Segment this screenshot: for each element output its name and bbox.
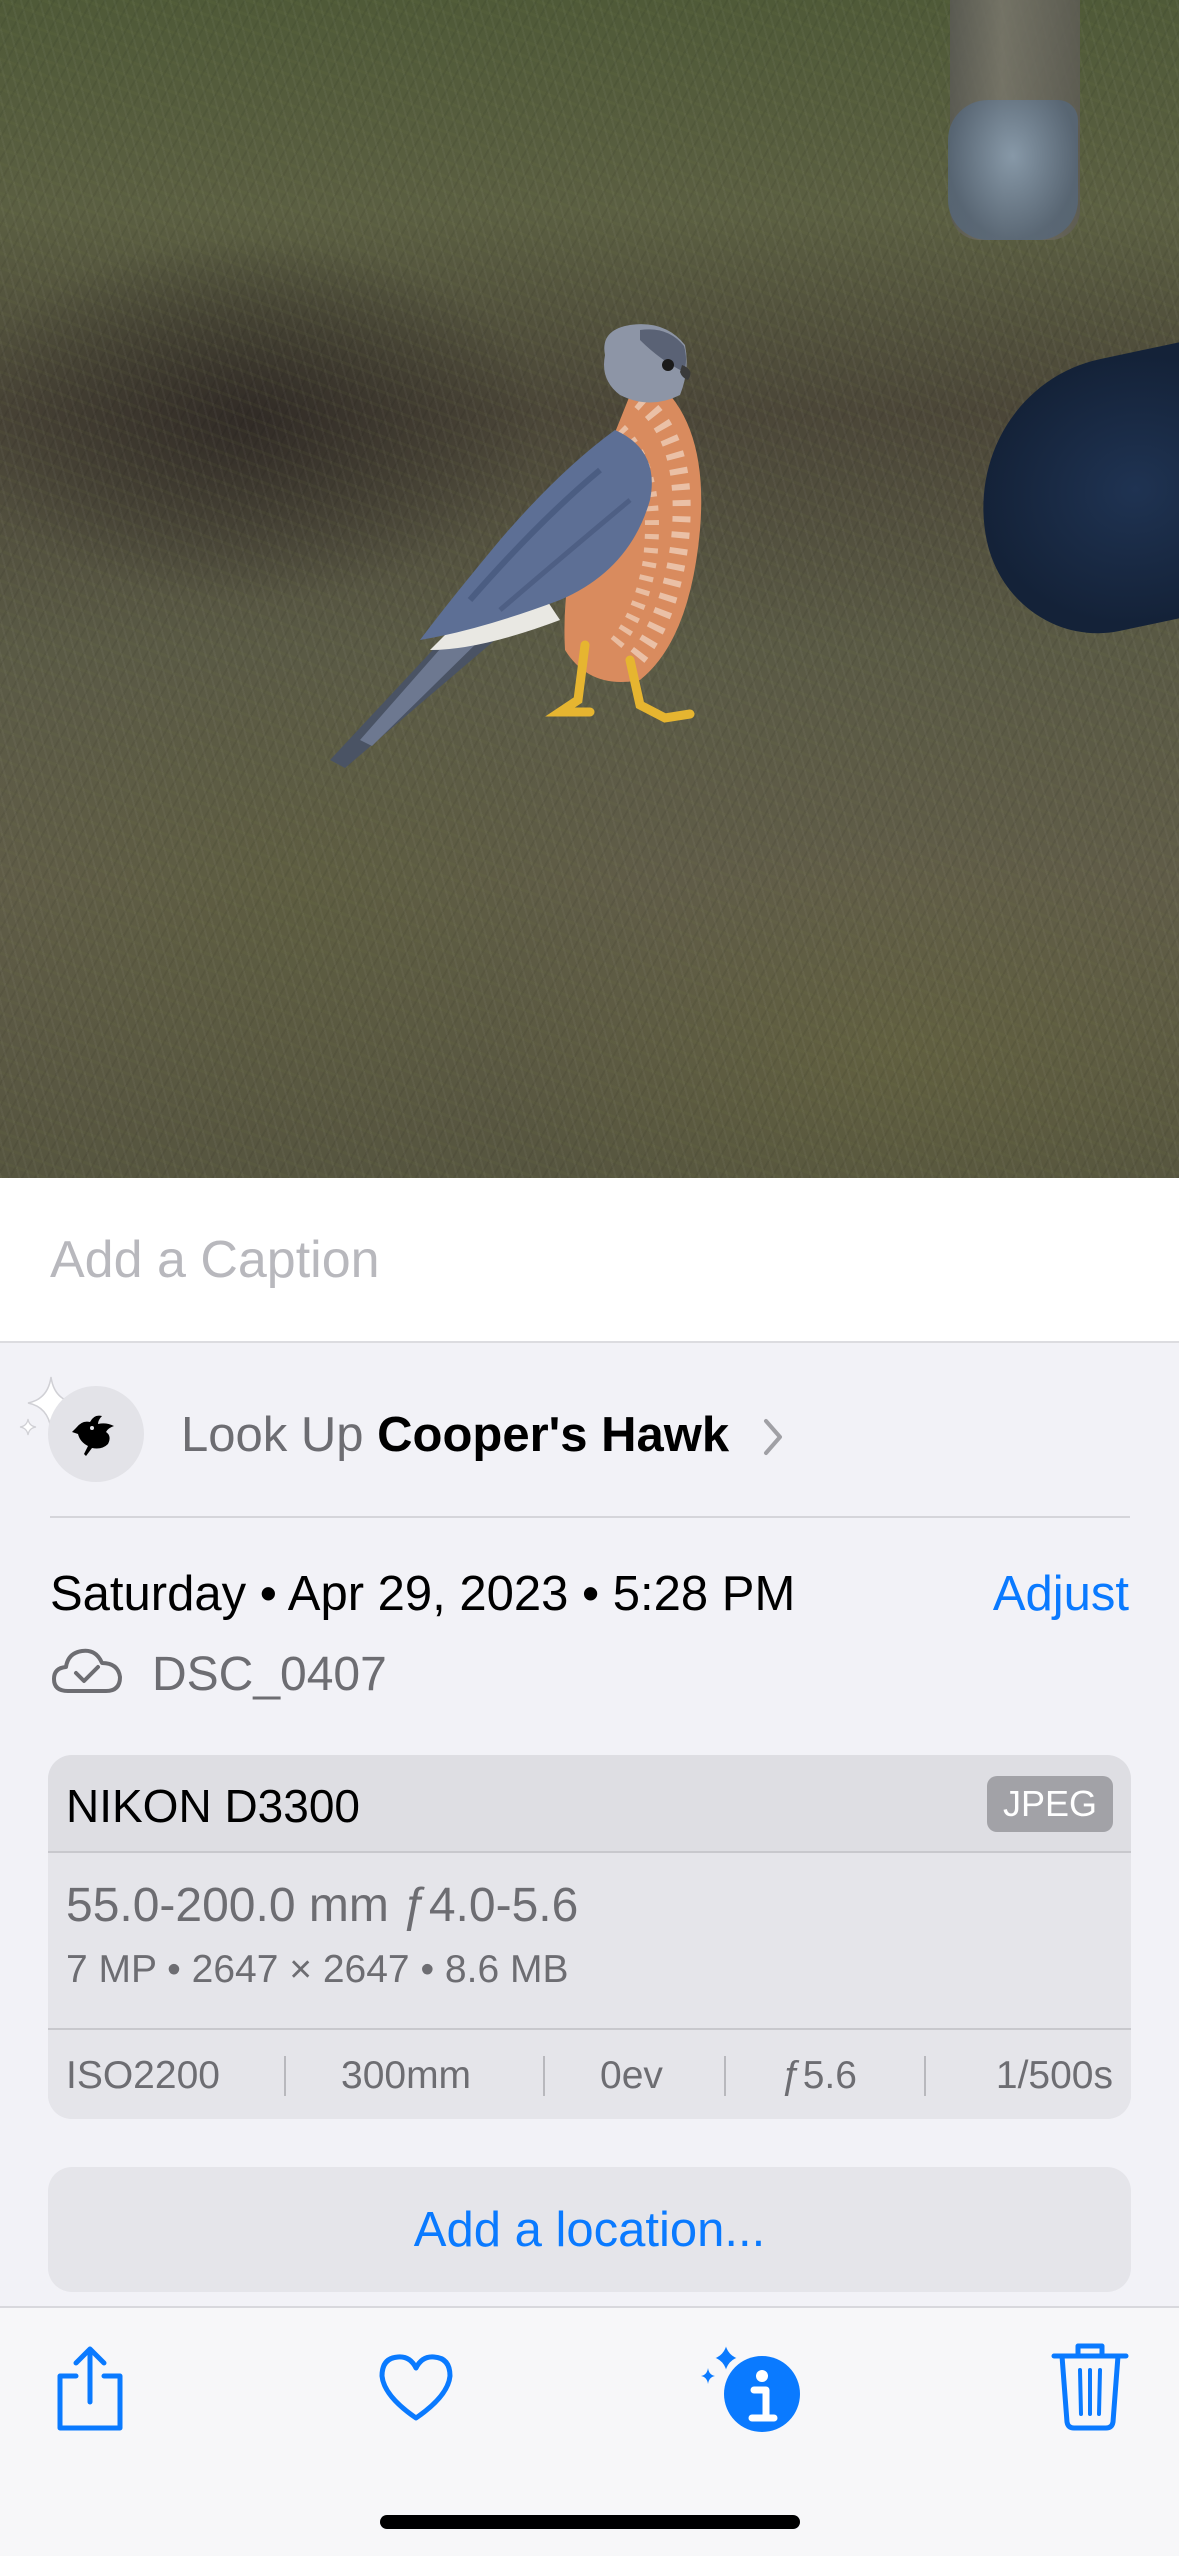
hawk-illustration <box>330 324 702 768</box>
bird-icon <box>72 1415 114 1456</box>
home-indicator <box>380 2515 800 2529</box>
exif-separator <box>284 2056 286 2096</box>
caption-area <box>0 1178 1179 1343</box>
adjust-button[interactable]: Adjust <box>993 1564 1129 1624</box>
lookup-text: Look Up Cooper's Hawk <box>181 1405 729 1465</box>
lookup-prefix: Look Up <box>181 1408 364 1462</box>
exif-separator <box>724 2056 726 2096</box>
bird-icon-badge <box>48 1386 144 1482</box>
camera-header: NIKON D3300 JPEG <box>48 1755 1131 1853</box>
heart-icon[interactable] <box>376 2352 456 2424</box>
camera-info-card: NIKON D3300 JPEG 55.0-200.0 mm ƒ4.0-5.6 … <box>48 1755 1131 2119</box>
image-specs: 7 MP • 2647 × 2647 • 8.6 MB <box>66 1948 569 1991</box>
lens-info: 55.0-200.0 mm ƒ4.0-5.6 <box>66 1879 579 1932</box>
photo-view[interactable] <box>0 0 1179 1178</box>
exif-focal: 300mm <box>341 2054 472 2097</box>
capture-date: Saturday • Apr 29, 2023 • 5:28 PM <box>50 1567 796 1621</box>
chevron-right-icon <box>764 1419 782 1455</box>
format-badge: JPEG <box>986 1776 1113 1832</box>
caption-input[interactable] <box>50 1220 1130 1300</box>
exif-aperture: ƒ5.6 <box>781 2054 857 2097</box>
add-location-button[interactable]: Add a location... <box>48 2167 1131 2292</box>
exif-shutter: 1/500s <box>995 2054 1113 2097</box>
exif-separator <box>543 2056 545 2096</box>
exif-ev: 0ev <box>600 2054 663 2097</box>
camera-model: NIKON D3300 <box>66 1780 361 1832</box>
exif-row: ISO2200 300mm 0ev ƒ5.6 1/500s <box>48 2028 1131 2119</box>
icloud-check-icon <box>52 1648 122 1693</box>
exif-separator <box>924 2056 926 2096</box>
exif-iso: ISO2200 <box>66 2054 220 2097</box>
trash-icon[interactable] <box>1050 2340 1130 2432</box>
info-sparkle-icon[interactable] <box>700 2338 810 2438</box>
visual-lookup-row[interactable]: Look Up Cooper's Hawk <box>0 1343 1179 1518</box>
share-icon[interactable] <box>50 2344 130 2436</box>
divider <box>50 1516 1130 1518</box>
filename: DSC_0407 <box>152 1648 387 1701</box>
lookup-subject: Cooper's Hawk <box>377 1408 730 1462</box>
